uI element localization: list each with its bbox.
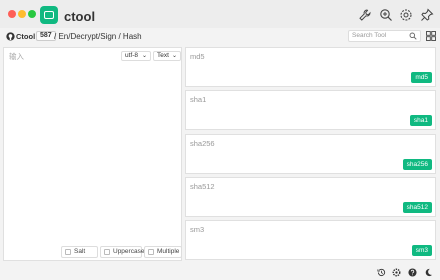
checkbox-icon xyxy=(65,249,71,255)
salt-label: Salt xyxy=(74,248,86,255)
github-icon[interactable] xyxy=(6,32,15,41)
result-label: sha512 xyxy=(190,182,215,191)
encoding-select[interactable]: utf-8 ⌄ xyxy=(121,51,151,61)
result-sha1[interactable]: sha1 sha1 xyxy=(185,90,436,130)
grid-icon[interactable] xyxy=(426,31,436,41)
app-title: ctool xyxy=(64,9,96,24)
checkbox-icon xyxy=(104,249,110,255)
search-icon xyxy=(409,32,417,40)
close-window-button[interactable] xyxy=(8,10,16,18)
settings-icon[interactable] xyxy=(392,268,401,277)
salt-checkbox[interactable]: Salt xyxy=(61,246,98,258)
result-label: sha256 xyxy=(190,139,215,148)
md5-button[interactable]: md5 xyxy=(411,72,432,83)
result-md5[interactable]: md5 md5 xyxy=(185,47,436,87)
input-placeholder: 输入 xyxy=(9,52,24,61)
result-label: sm3 xyxy=(190,225,205,234)
uppercase-checkbox[interactable]: Uppercase xyxy=(100,246,145,258)
sm3-button[interactable]: sm3 xyxy=(411,245,432,256)
breadcrumb: / En/Decrypt/Sign / Hash xyxy=(54,32,142,41)
uppercase-label: Uppercase xyxy=(113,248,145,255)
minimize-window-button[interactable] xyxy=(18,10,26,18)
theme-icon[interactable] xyxy=(424,268,433,277)
title-bar: ctool xyxy=(0,0,440,28)
sha256-button[interactable]: sha256 xyxy=(402,159,432,170)
app-logo-icon xyxy=(40,6,58,24)
brand-label[interactable]: Ctool xyxy=(16,32,35,41)
encoding-value: utf-8 xyxy=(125,52,139,59)
maximize-window-button[interactable] xyxy=(28,10,36,18)
help-icon[interactable] xyxy=(408,268,417,277)
chevron-down-icon: ⌄ xyxy=(171,53,177,59)
format-value: Text xyxy=(157,52,169,59)
result-sm3[interactable]: sm3 sm3 xyxy=(185,220,436,260)
result-sha512[interactable]: sha512 sha512 xyxy=(185,177,436,217)
sha512-button[interactable]: sha512 xyxy=(402,202,432,213)
search-tool-input[interactable]: Search Tool xyxy=(348,30,421,42)
tool-count-badge: 587 xyxy=(36,31,56,41)
sha1-button[interactable]: sha1 xyxy=(409,115,432,126)
search-placeholder: Search Tool xyxy=(352,32,387,39)
multiple-checkbox[interactable]: Multiple xyxy=(144,246,182,258)
input-textarea[interactable]: 输入 utf-8 ⌄ Text ⌄ Salt Uppercase Multipl… xyxy=(3,47,182,261)
history-icon[interactable] xyxy=(377,268,386,277)
settings-icon[interactable] xyxy=(399,8,413,22)
result-label: md5 xyxy=(190,52,205,61)
result-label: sha1 xyxy=(190,95,207,104)
format-select[interactable]: Text ⌄ xyxy=(153,51,181,61)
result-sha256[interactable]: sha256 sha256 xyxy=(185,134,436,174)
checkbox-icon xyxy=(148,249,154,255)
chevron-down-icon: ⌄ xyxy=(141,53,147,59)
pin-icon[interactable] xyxy=(420,8,434,22)
multiple-label: Multiple xyxy=(157,248,180,255)
zoom-in-icon[interactable] xyxy=(379,8,393,22)
wrench-icon[interactable] xyxy=(358,8,372,22)
